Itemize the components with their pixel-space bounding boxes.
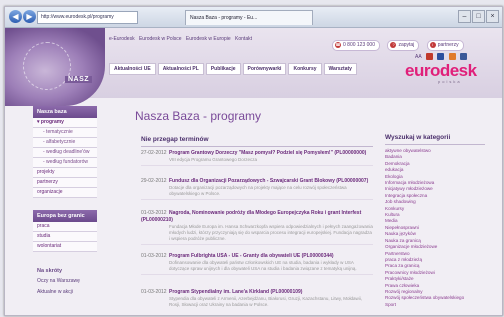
utility-icons: AA (415, 53, 467, 60)
divider (141, 146, 373, 147)
item-description: Stypendia dla obywateli z Armenii, Azerb… (169, 296, 363, 307)
main-nav: Aktualności UE Aktualności PL Publikacje Po… (109, 57, 359, 75)
sidebar-item-partnerzy[interactable]: partnerzy (33, 178, 97, 188)
site-logo[interactable]: NASZ (5, 28, 105, 106)
item-date: 01-03-2012 (141, 253, 167, 259)
shortcut-link[interactable]: Oczy na Warszawę (33, 276, 97, 287)
pill-label: zapytaj (398, 42, 415, 48)
item-title-link[interactable]: Program Grantowy Dorzeczy "Masz pomysł? … (169, 150, 366, 156)
sidebar-item-organizacje[interactable]: organizacje (33, 188, 97, 198)
flag-en-icon[interactable] (437, 53, 445, 60)
item-date: 01-03-2012 (141, 289, 167, 295)
item-title-link[interactable]: Nagroda, Nominowanie podróży dla Młodego… (141, 210, 361, 223)
sidebar-section-title: Nasza baza (33, 106, 97, 118)
shortcut-link[interactable]: Aktualne w akcji (33, 287, 97, 298)
sidebar-item-tematycznie[interactable]: - tematycznie (33, 128, 97, 138)
header-pills: ☎ 0 800 123 000 ? zapytaj i partnerzy (329, 33, 464, 51)
top-link[interactable]: e-Eurodesk (109, 36, 135, 42)
top-links: e-Eurodesk Eurodesk w Polsce Eurodesk w … (109, 36, 255, 42)
sidebar-section-title: Europa bez granic (33, 210, 97, 222)
facebook-icon[interactable] (459, 53, 467, 60)
forward-icon[interactable]: ▶ (23, 10, 36, 23)
item-description: Dotacje dla organizacji pozarządowych na… (169, 185, 347, 196)
nav-item[interactable]: Aktualności UE (109, 63, 156, 75)
browser-window: ◀ ▶ http://www.eurodesk.pl/programy Nasz… (4, 6, 503, 316)
item-description: Fundacja Młode Europa im. Hansa Schwarzk… (169, 224, 373, 241)
question-icon: ? (390, 41, 397, 48)
minimize-icon[interactable]: – (458, 10, 471, 23)
browser-toolbar: ◀ ▶ http://www.eurodesk.pl/programy Nasz… (5, 7, 502, 28)
category-link[interactable]: Sport (385, 302, 495, 308)
categories-heading: Wyszukaj w kategorii (385, 134, 451, 141)
item-description: VIII edycja Programu Grantowego Dorzecza (169, 157, 258, 162)
sidebar-item-wolontariat[interactable]: wolontariat (33, 242, 97, 252)
item-title-link[interactable]: Program Stypendialny im. Lane'a Kirkland… (169, 289, 302, 295)
sidebar-item-deadline[interactable]: - według deadline'ów (33, 148, 97, 158)
partners-pill[interactable]: i partnerzy (426, 40, 464, 51)
pill-label: partnerzy (437, 42, 459, 48)
list-item: 01-03-2012 Program Stypendialny im. Lane'… (141, 289, 373, 308)
nav-item[interactable]: Porównywarki (242, 63, 287, 75)
top-link[interactable]: Eurodesk w Polsce (139, 36, 182, 42)
top-link[interactable]: Eurodesk w Europie (186, 36, 231, 42)
deadlines-heading: Nie przegap terminów (141, 136, 209, 143)
main-content: Nasza Baza - programy Nie przegap termin… (123, 103, 501, 315)
info-icon: i (429, 41, 436, 48)
rss-icon[interactable] (448, 53, 456, 60)
sidebar-item-praca[interactable]: praca (33, 222, 97, 232)
category-list: aktywne obywatelstwo Badania Demokracja … (385, 148, 495, 308)
item-title-link[interactable]: Program Fulbrighta USA - UE - Granty dla… (169, 253, 334, 259)
phone-icon: ☎ (335, 41, 341, 48)
sidebar-item-programy[interactable]: ▾ programy (33, 118, 97, 128)
item-date: 01-03-2012 (141, 210, 167, 216)
item-title-link[interactable]: Fundusz dla Organizacji Pozarządowych - … (169, 178, 368, 184)
divider (385, 144, 485, 145)
sidebar-item-alfabetycznie[interactable]: - alfabetycznie (33, 138, 97, 148)
sidebar-item-fundatorzy[interactable]: - według fundatorów (33, 158, 97, 168)
eurodesk-logo-sub: polska (438, 79, 462, 84)
nav-item[interactable]: Konkursy (288, 63, 322, 75)
item-date: 27-02-2012 (141, 150, 167, 156)
sidebar: Nasza baza ▾ programy - tematycznie - al… (33, 106, 97, 298)
phone-pill[interactable]: ☎ 0 800 123 000 (332, 40, 380, 51)
page-title: Nasza Baza - programy (135, 109, 262, 123)
item-description: Dofinansowanie dla obywateli państw czło… (169, 260, 357, 271)
nav-item[interactable]: Publikacje (205, 63, 241, 75)
nav-item[interactable]: Warsztaty (323, 63, 357, 75)
eurodesk-logo[interactable]: eurodesk (405, 61, 477, 81)
stars-ring-icon (23, 42, 71, 90)
close-icon[interactable]: × (486, 10, 499, 23)
divider (141, 274, 373, 275)
shortcuts-title: Na skróty (37, 268, 63, 274)
font-size-button[interactable]: AA (415, 54, 421, 60)
browser-tab[interactable]: Nasza Baza - programy - Eu... (185, 10, 313, 25)
maximize-icon[interactable]: □ (472, 10, 485, 23)
divider (141, 244, 373, 245)
list-item: 29-02-2012 Fundusz dla Organizacji Pozarz… (141, 178, 373, 200)
pill-label: 0 800 123 000 (343, 42, 375, 48)
nav-item[interactable]: Aktualności PL (157, 63, 204, 75)
divider (141, 165, 373, 166)
list-item: 01-03-2012 Nagroda, Nominowanie podróży d… (141, 210, 373, 245)
ask-pill[interactable]: ? zapytaj (387, 40, 420, 51)
logo-tag: NASZ (65, 76, 93, 83)
list-item: 27-02-2012 Program Grantowy Dorzeczy "Mas… (141, 150, 373, 166)
divider (141, 199, 373, 200)
item-date: 29-02-2012 (141, 178, 167, 184)
address-bar[interactable]: http://www.eurodesk.pl/programy (37, 11, 138, 24)
sidebar-item-projekty[interactable]: projekty (33, 168, 97, 178)
flag-pl-icon[interactable] (425, 53, 433, 60)
list-item: 01-03-2012 Program Fulbrighta USA - UE - … (141, 253, 373, 275)
top-link[interactable]: Kontakt (235, 36, 252, 42)
sidebar-item-studia[interactable]: studia (33, 232, 97, 242)
back-icon[interactable]: ◀ (9, 10, 22, 23)
